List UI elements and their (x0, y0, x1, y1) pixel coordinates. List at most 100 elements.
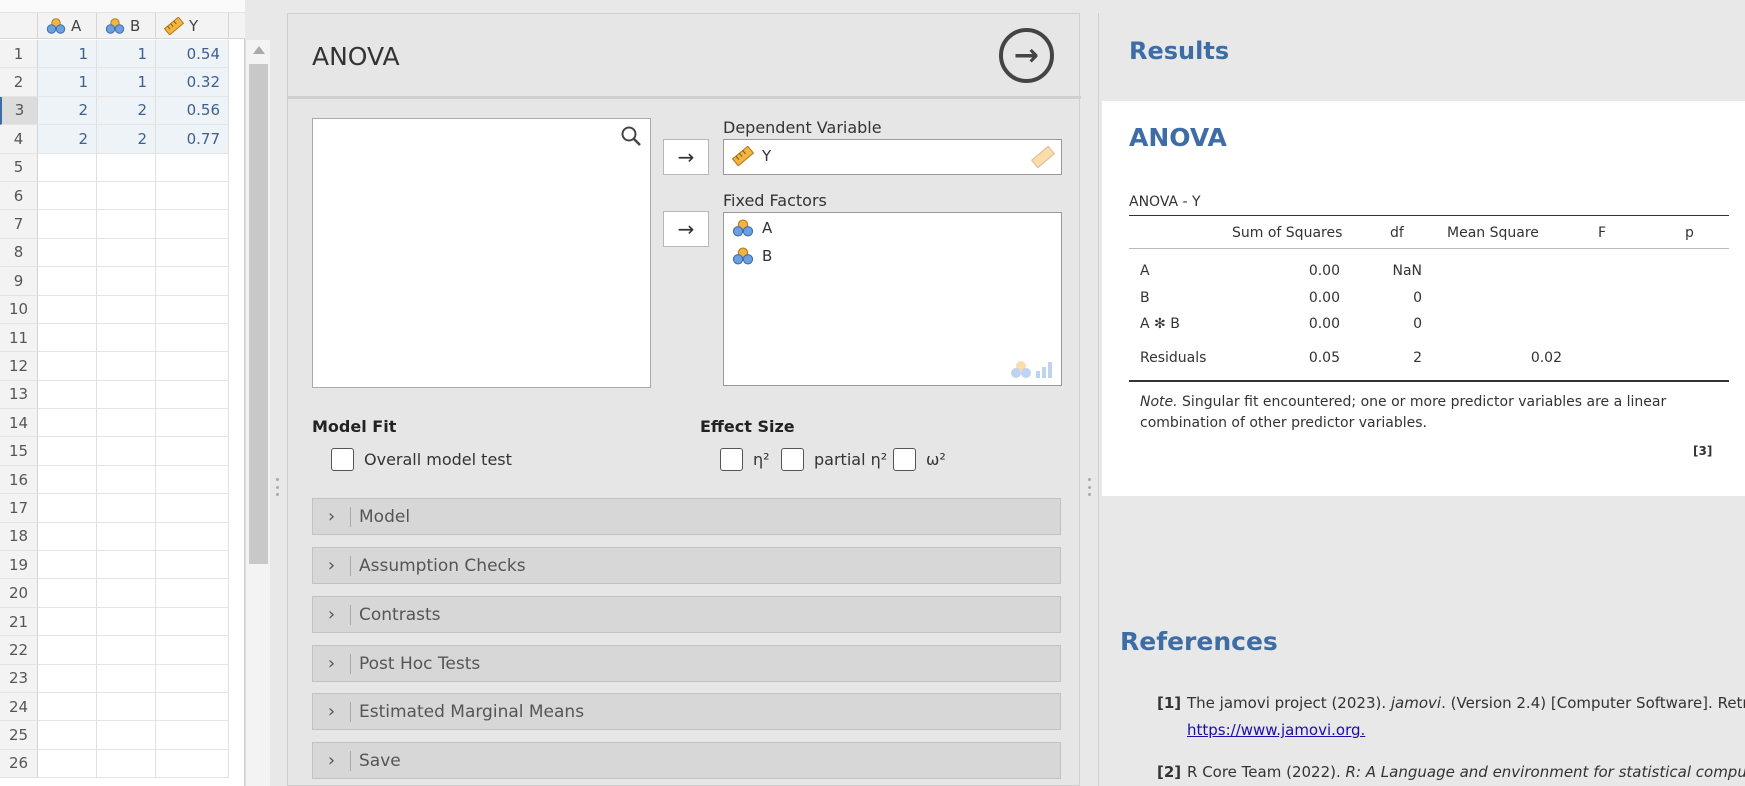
data-cell[interactable]: 2 (38, 125, 97, 154)
data-cell[interactable] (38, 494, 97, 523)
row-number[interactable]: 2 (0, 68, 38, 97)
data-cell[interactable] (38, 352, 97, 381)
data-cell[interactable] (156, 380, 229, 410)
row-number[interactable]: 4 (0, 125, 38, 154)
data-cell[interactable]: 0.32 (156, 68, 229, 97)
reference-marker[interactable]: [3] (1693, 444, 1712, 458)
panel-splitter-handle[interactable] (1087, 478, 1091, 496)
data-cell[interactable] (156, 721, 229, 750)
data-cell[interactable] (97, 692, 156, 722)
data-cell[interactable] (97, 522, 156, 552)
data-cell[interactable] (38, 749, 97, 779)
data-cell[interactable]: 2 (97, 125, 156, 154)
data-cell[interactable] (97, 267, 156, 296)
data-cell[interactable] (38, 551, 97, 580)
row-number[interactable]: 19 (0, 551, 38, 580)
data-cell[interactable] (156, 522, 229, 552)
section-save[interactable]: › Save (312, 742, 1061, 779)
data-cell[interactable] (38, 210, 97, 239)
data-cell[interactable] (38, 692, 97, 722)
data-cell[interactable] (156, 465, 229, 495)
row-number[interactable]: 25 (0, 721, 38, 750)
fixed-factor-item[interactable]: A (724, 213, 1061, 242)
data-cell[interactable] (97, 437, 156, 466)
row-number[interactable]: 23 (0, 664, 38, 693)
data-cell[interactable] (97, 238, 156, 268)
data-cell[interactable] (97, 494, 156, 523)
row-number[interactable]: 20 (0, 579, 38, 608)
data-cell[interactable] (156, 607, 229, 637)
data-cell[interactable] (156, 409, 229, 438)
data-cell[interactable]: 1 (38, 68, 97, 97)
column-header-a[interactable]: A (38, 13, 97, 39)
row-number[interactable]: 22 (0, 636, 38, 665)
data-cell[interactable] (38, 153, 97, 182)
partial-eta-squared-checkbox[interactable] (781, 448, 804, 471)
row-number[interactable]: 8 (0, 238, 38, 268)
data-cell[interactable] (38, 721, 97, 750)
row-number[interactable]: 24 (0, 692, 38, 722)
data-cell[interactable]: 0.77 (156, 125, 229, 154)
eta-squared-checkbox[interactable] (720, 448, 743, 471)
data-cell[interactable] (156, 181, 229, 211)
data-cell[interactable] (156, 352, 229, 381)
data-cell[interactable] (38, 437, 97, 466)
row-number[interactable]: 14 (0, 409, 38, 438)
close-options-button[interactable]: → (999, 28, 1054, 83)
data-cell[interactable]: 1 (97, 40, 156, 69)
data-cell[interactable] (97, 380, 156, 410)
data-cell[interactable] (156, 664, 229, 693)
data-cell[interactable] (156, 692, 229, 722)
row-number[interactable]: 6 (0, 181, 38, 211)
partial-eta-squared-option[interactable]: partial η² (781, 448, 887, 471)
overall-model-test-checkbox[interactable] (331, 448, 354, 471)
data-cell[interactable]: 1 (97, 68, 156, 97)
column-header-b[interactable]: B (97, 13, 156, 39)
data-cell[interactable] (156, 153, 229, 182)
panel-splitter-handle[interactable] (275, 478, 279, 496)
corner-cell[interactable] (0, 13, 38, 39)
data-cell[interactable]: 2 (38, 96, 97, 126)
row-number[interactable]: 11 (0, 323, 38, 353)
data-cell[interactable] (38, 409, 97, 438)
data-cell[interactable] (38, 636, 97, 665)
data-cell[interactable] (156, 238, 229, 268)
data-cell[interactable] (38, 579, 97, 608)
data-cell[interactable] (156, 636, 229, 665)
data-cell[interactable] (97, 181, 156, 211)
data-cell[interactable] (38, 465, 97, 495)
row-number[interactable]: 9 (0, 267, 38, 296)
row-number[interactable]: 5 (0, 153, 38, 182)
row-number[interactable]: 10 (0, 295, 38, 324)
data-cell[interactable] (156, 295, 229, 324)
data-cell[interactable] (156, 323, 229, 353)
scroll-up-icon[interactable] (253, 46, 265, 54)
row-number[interactable]: 17 (0, 494, 38, 523)
omega-squared-checkbox[interactable] (893, 448, 916, 471)
omega-squared-option[interactable]: ω² (893, 448, 946, 471)
fixed-factor-item[interactable]: B (724, 242, 1061, 270)
data-cell[interactable] (156, 749, 229, 779)
data-cell[interactable] (38, 323, 97, 353)
data-cell[interactable] (38, 607, 97, 637)
data-cell[interactable] (38, 267, 97, 296)
data-cell[interactable] (97, 465, 156, 495)
data-cell[interactable] (97, 579, 156, 608)
section-contrasts[interactable]: › Contrasts (312, 596, 1061, 633)
row-number[interactable]: 12 (0, 352, 38, 381)
section-assumption-checks[interactable]: › Assumption Checks (312, 547, 1061, 584)
data-cell[interactable] (97, 551, 156, 580)
variable-source-list[interactable] (312, 118, 651, 388)
anova-results-card[interactable]: ANOVA ANOVA - Y Sum of Squares df Mean S… (1102, 101, 1745, 496)
row-number[interactable]: 16 (0, 465, 38, 495)
dependent-variable-item[interactable]: Y (724, 140, 1061, 171)
data-cell[interactable] (38, 181, 97, 211)
data-cell[interactable] (156, 267, 229, 296)
row-number[interactable]: 15 (0, 437, 38, 466)
data-cell[interactable] (97, 664, 156, 693)
data-cell[interactable] (97, 721, 156, 750)
row-number[interactable]: 1 (0, 40, 38, 69)
overall-model-test-option[interactable]: Overall model test (331, 448, 512, 471)
data-cell[interactable] (97, 153, 156, 182)
eta-squared-option[interactable]: η² (720, 448, 770, 471)
